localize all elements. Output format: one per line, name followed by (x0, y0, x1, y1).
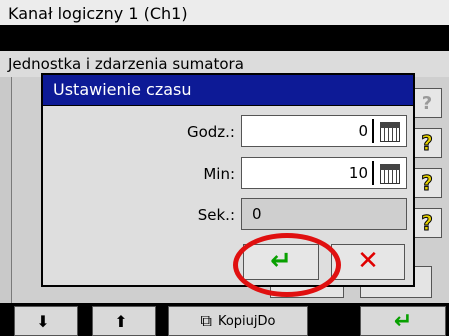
upload-icon: ⬆ (114, 311, 128, 331)
enter-arrow-icon: ↵ (393, 308, 413, 334)
confirm-toolbar-button[interactable]: ↵ (360, 306, 446, 336)
minutes-field[interactable]: 10 (241, 157, 407, 189)
move-down-button[interactable]: ⬇ (14, 306, 78, 336)
field-separator (372, 161, 374, 185)
copy-to-button[interactable]: ⧉ KopiujDo (168, 306, 308, 336)
dialog-title: Ustawienie czasu (43, 75, 413, 106)
field-separator (372, 119, 374, 143)
panel-left-strip (0, 77, 12, 303)
download-icon: ⬇ (36, 311, 50, 331)
time-setting-dialog: Ustawienie czasu Godz.: 0 Min: 10 Sek.: … (41, 73, 415, 287)
help-icon: ? (421, 92, 433, 114)
help-button-2[interactable]: ? (412, 128, 442, 158)
cancel-button[interactable]: ✕ (331, 244, 405, 280)
hours-field[interactable]: 0 (241, 115, 407, 147)
help-button-3[interactable]: ? (412, 168, 442, 198)
enter-arrow-icon: ↵ (270, 246, 292, 276)
keypad-icon-display (380, 122, 400, 128)
close-icon: ✕ (357, 246, 379, 276)
help-button-1[interactable]: ? (412, 88, 442, 118)
help-icon: ? (421, 211, 434, 236)
ok-button[interactable]: ↵ (243, 244, 319, 280)
help-icon: ? (421, 131, 434, 156)
seconds-field: 0 (241, 198, 407, 230)
copy-to-label: KopiujDo (217, 313, 276, 329)
keypad-icon-display (380, 164, 400, 170)
help-icon: ? (421, 171, 434, 196)
minutes-label: Min: (203, 165, 235, 183)
copy-icon: ⧉ (200, 311, 212, 330)
minutes-value: 10 (348, 164, 368, 182)
help-button-4[interactable]: ? (412, 208, 442, 238)
seconds-value: 0 (252, 205, 262, 223)
hours-value: 0 (358, 122, 368, 140)
bottom-toolbar: ⬇ ⬆ ⧉ KopiujDo ↵ (0, 303, 449, 336)
window-title: Kanał logiczny 1 (Ch1) (0, 0, 449, 27)
hours-label: Godz.: (186, 123, 235, 141)
move-up-button[interactable]: ⬆ (92, 306, 156, 336)
seconds-label: Sek.: (197, 206, 235, 224)
